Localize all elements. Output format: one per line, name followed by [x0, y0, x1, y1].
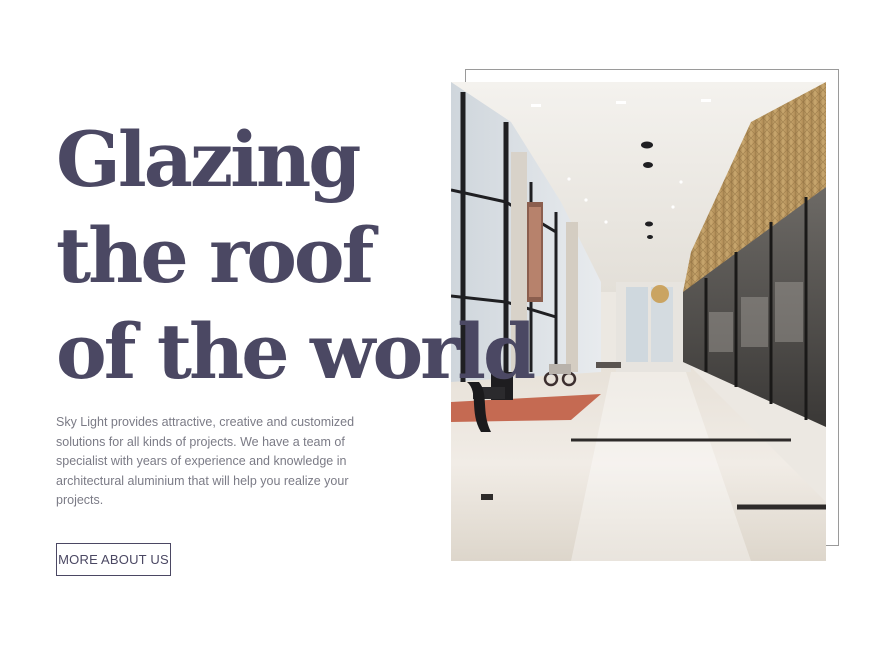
hero-section: Glazing the roof of the world Sky Light …	[0, 0, 880, 660]
headline-line-1: Glazing	[56, 115, 361, 204]
more-about-us-button[interactable]: MORE ABOUT US	[56, 543, 171, 576]
headline-line-3: of the world	[56, 307, 536, 396]
headline-line-2: the roof	[56, 211, 374, 300]
hero-headline: Glazing the roof of the world	[56, 112, 536, 400]
hero-description: Sky Light provides attractive, creative …	[56, 415, 355, 508]
